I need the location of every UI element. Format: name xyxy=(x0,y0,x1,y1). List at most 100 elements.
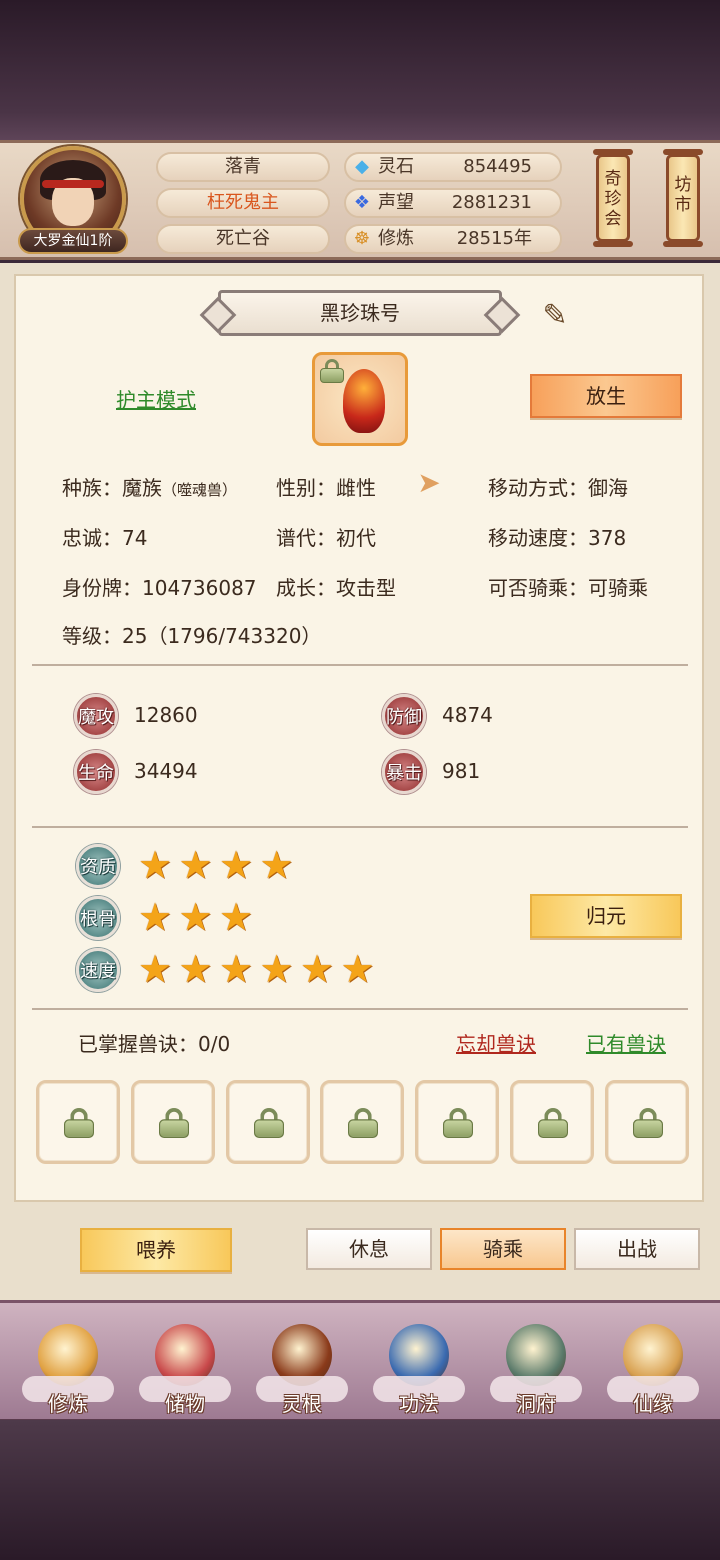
race-sub: （噬魂兽） xyxy=(162,481,238,499)
loyalty-row: 忠诚：74 xyxy=(62,522,147,551)
reputation-icon: ❖ xyxy=(353,192,371,213)
gen-value: 初代 xyxy=(336,526,376,550)
skill-slot[interactable] xyxy=(510,1080,594,1164)
nav-label: 灵根 xyxy=(282,1392,322,1416)
crit-value: 981 xyxy=(442,759,481,783)
skill-slot[interactable] xyxy=(320,1080,405,1164)
lock-icon xyxy=(63,1108,96,1138)
release-button[interactable]: 放生 xyxy=(530,374,682,418)
star-icon: ★ xyxy=(218,843,254,887)
star-icon: ★ xyxy=(137,895,173,939)
star-icon: ★ xyxy=(178,947,213,991)
tab-battle[interactable]: 出战 xyxy=(574,1228,700,1270)
lock-icon xyxy=(537,1108,570,1138)
lock-icon xyxy=(252,1108,285,1138)
skill-slot[interactable] xyxy=(604,1080,689,1164)
speed-value: 378 xyxy=(588,526,627,550)
gen-label: 谱代： xyxy=(276,526,336,550)
aptitude-badge: 资质 xyxy=(76,844,120,888)
lock-icon xyxy=(158,1108,191,1138)
player-title: 枉死鬼主 xyxy=(156,188,330,218)
gender-row: 性别：雌性 xyxy=(276,472,376,501)
growth-value: 攻击型 xyxy=(336,576,396,600)
nav-item[interactable]: 储物 xyxy=(133,1318,237,1418)
star-icon: ★ xyxy=(137,947,173,991)
stat-value: 2881231 xyxy=(451,192,532,213)
owned-skills-link[interactable]: 已有兽诀 xyxy=(586,1028,666,1057)
skill-slot[interactable] xyxy=(225,1080,310,1164)
star-icon: ★ xyxy=(259,843,294,887)
stat-cultivation: ☸ 修炼 28515年 xyxy=(344,224,562,254)
reset-button[interactable]: 归元 xyxy=(530,894,682,938)
loyalty-value: 74 xyxy=(122,526,148,550)
level-label: 等级： xyxy=(62,624,122,648)
ride-label: 可否骑乘： xyxy=(488,576,588,600)
arrow-right-icon[interactable]: ➤ xyxy=(414,468,444,498)
level-row: 等级：25（1796/743320） xyxy=(62,620,321,649)
growth-row: 成长：攻击型 xyxy=(276,572,396,601)
move-mode-row: 移动方式：御海 xyxy=(488,472,628,501)
crit-badge: 暴击 xyxy=(382,750,426,794)
market-button[interactable]: 坊市 xyxy=(663,149,703,247)
nav-item[interactable]: 灵根 xyxy=(250,1318,354,1418)
stat-reputation: ❖ 声望 2881231 xyxy=(344,188,562,218)
star-icon: ★ xyxy=(218,947,254,991)
speed-quality-badge: 速度 xyxy=(76,948,120,992)
id-value: 104736087 xyxy=(142,576,257,600)
tab-rest[interactable]: 休息 xyxy=(306,1228,432,1270)
nav-label: 修炼 xyxy=(48,1392,88,1416)
market-label: 坊市 xyxy=(674,175,692,215)
player-name: 落青 xyxy=(156,152,330,182)
id-tag-row: 身份牌：104736087 xyxy=(62,572,257,601)
nav-item[interactable]: 洞府 xyxy=(484,1318,588,1418)
growth-label: 成长： xyxy=(276,576,336,600)
star-icon: ★ xyxy=(178,843,213,887)
treasure-fair-button[interactable]: 奇珍会 xyxy=(593,149,633,247)
stat-spirit-stone: ◆ 灵石 854495 xyxy=(344,152,562,182)
defense-badge: 防御 xyxy=(382,694,426,738)
nav-item[interactable]: 修炼 xyxy=(16,1318,120,1418)
move-label: 移动方式： xyxy=(488,476,588,500)
nav-label: 洞府 xyxy=(516,1392,556,1416)
stat-value: 28515年 xyxy=(456,228,532,249)
skill-slot[interactable] xyxy=(415,1080,500,1164)
move-value: 御海 xyxy=(588,476,628,500)
star-icon: ★ xyxy=(340,947,375,991)
race-row: 种族：魔族（噬魂兽） xyxy=(62,472,237,501)
meditation-icon: ☸ xyxy=(353,228,371,249)
divider xyxy=(32,664,688,666)
gender-label: 性别： xyxy=(276,476,336,500)
forget-skill-link[interactable]: 忘却兽诀 xyxy=(456,1028,536,1057)
tab-ride[interactable]: 骑乘 xyxy=(440,1228,566,1270)
feed-button[interactable]: 喂养 xyxy=(80,1228,232,1272)
ride-value: 可骑乘 xyxy=(588,576,648,600)
star-icon: ★ xyxy=(259,947,294,991)
spirit-stone-icon: ◆ xyxy=(355,156,369,177)
generation-row: 谱代：初代 xyxy=(276,522,376,551)
guard-mode-link[interactable]: 护主模式 xyxy=(116,384,196,413)
magic-attack-value: 12860 xyxy=(134,703,198,727)
rename-book-icon[interactable]: ✎ xyxy=(532,298,578,334)
star-icon: ★ xyxy=(137,843,173,887)
race-value: 魔族 xyxy=(122,476,162,500)
skills-mastered-label: 已掌握兽诀：0/0 xyxy=(78,1032,231,1056)
skill-slot[interactable] xyxy=(130,1080,215,1164)
nav-label: 储物 xyxy=(165,1392,205,1416)
avatar-headband xyxy=(42,180,104,188)
top-backdrop xyxy=(0,0,720,140)
treasure-fair-label: 奇珍会 xyxy=(604,169,622,229)
lock-icon xyxy=(347,1108,380,1138)
lock-icon xyxy=(632,1108,665,1138)
stat-value: 854495 xyxy=(463,156,532,177)
pet-portrait[interactable] xyxy=(312,352,408,446)
level-value: 25（1796/743320） xyxy=(122,624,322,648)
race-label: 种族： xyxy=(62,476,122,500)
stat-label: 修炼 xyxy=(378,228,414,249)
defense-value: 4874 xyxy=(442,703,493,727)
nav-item[interactable]: 功法 xyxy=(367,1318,471,1418)
move-speed-row: 移动速度：378 xyxy=(488,522,626,551)
hp-value: 34494 xyxy=(134,759,198,783)
speed-label: 移动速度： xyxy=(488,526,588,550)
nav-item[interactable]: 仙缘 xyxy=(601,1318,705,1418)
skill-slot[interactable] xyxy=(36,1080,120,1164)
